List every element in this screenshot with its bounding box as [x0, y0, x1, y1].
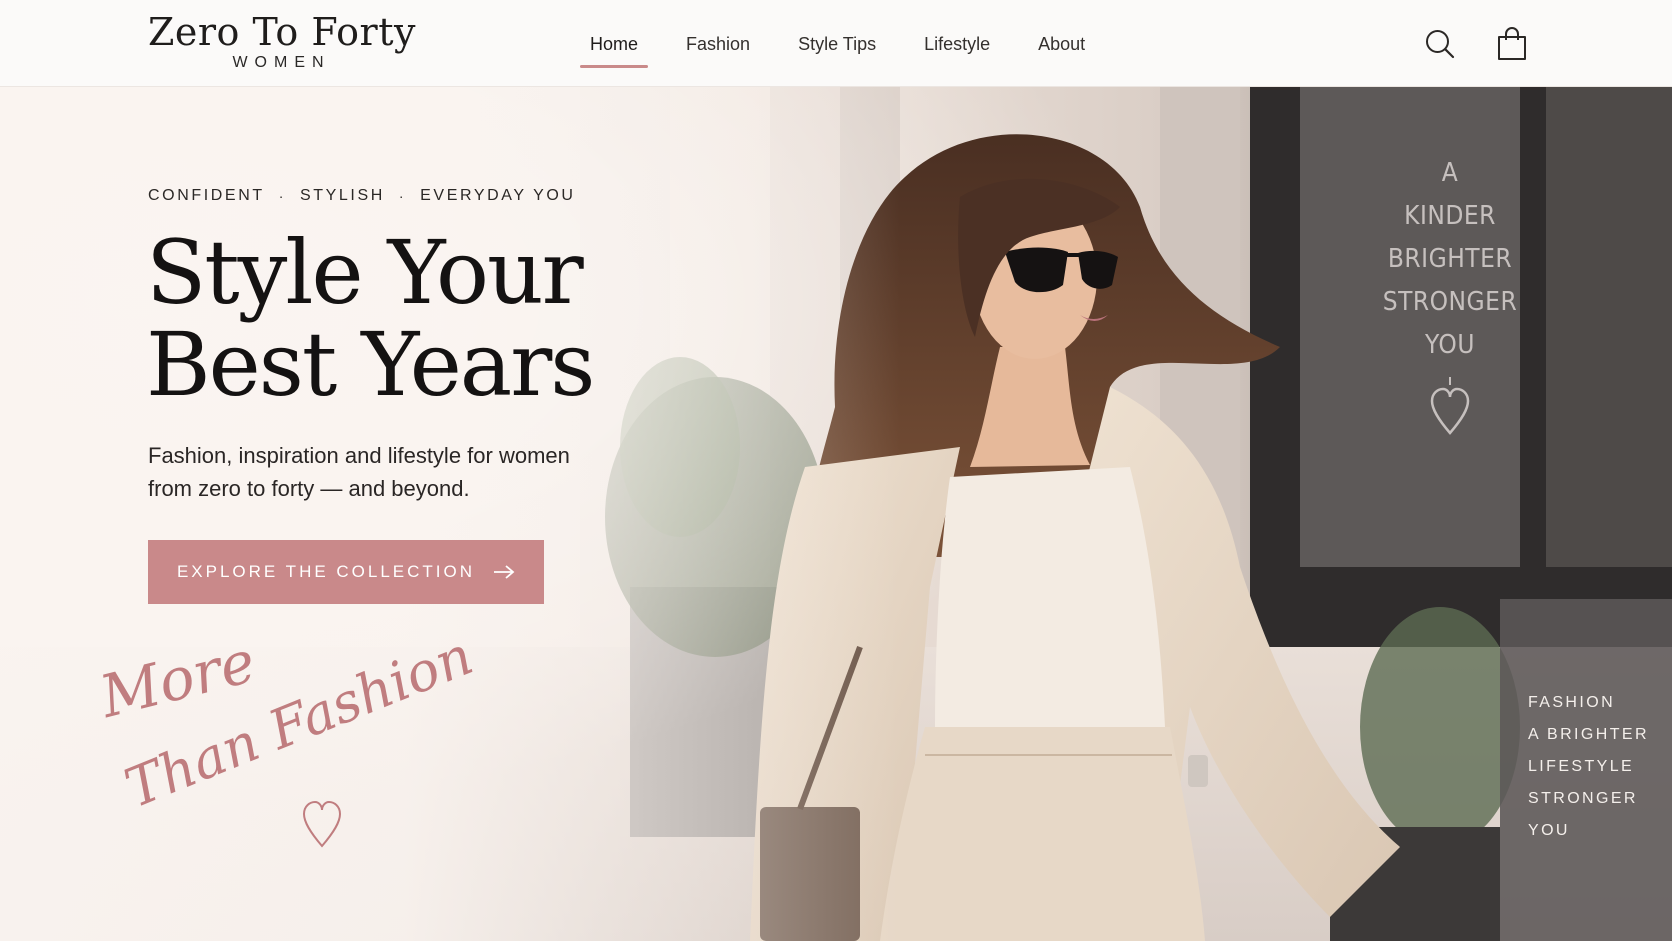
window-text-line: BRIGHTER: [1387, 244, 1513, 274]
search-button[interactable]: [1420, 24, 1460, 64]
nav-item-fashion[interactable]: Fashion: [686, 24, 750, 66]
hero-headline: Style Your Best Years: [146, 221, 595, 416]
main-nav: Home Fashion Style Tips Lifestyle About: [579, 24, 1133, 68]
window-text-line: STRONGER: [1382, 287, 1518, 317]
search-icon: [1426, 30, 1455, 59]
headline-line-1: Style Your: [146, 221, 584, 324]
brand-logo[interactable]: Zero To Forty WOMEN: [148, 10, 416, 72]
site-header: Zero To Forty WOMEN Home Fashion Style T…: [0, 0, 1672, 87]
brand-name: Zero To Forty: [148, 10, 416, 54]
tagline-item: EVERYDAY YOU: [420, 187, 576, 204]
heart-icon: [1430, 377, 1470, 435]
nav-item-home[interactable]: Home: [579, 24, 649, 68]
side-text-line: YOU: [1528, 822, 1570, 839]
shopping-bag-icon: [1498, 27, 1526, 60]
nav-item-lifestyle[interactable]: Lifestyle: [924, 24, 990, 66]
side-text-line: STRONGER: [1528, 790, 1638, 807]
nav-item-style-tips[interactable]: Style Tips: [798, 24, 876, 66]
window-text-line: A: [1441, 158, 1459, 188]
arrow-right-icon: [493, 565, 515, 579]
nav-item-about[interactable]: About: [1038, 24, 1085, 66]
headline-line-2: Best Years: [146, 313, 595, 416]
tagline-separator: ·: [278, 188, 286, 204]
script-tagline: More Than Fashion: [94, 624, 481, 867]
tagline-item: CONFIDENT: [148, 187, 265, 204]
side-text-line: A BRIGHTER: [1528, 726, 1649, 743]
hero-section: A KINDER BRIGHTER STRONGER YOU CONFIDENT…: [0, 87, 1672, 941]
side-text-line: FASHION: [1528, 694, 1616, 711]
storefront-window-text: A KINDER BRIGHTER STRONGER YOU: [1345, 152, 1555, 451]
cta-label: EXPLORE THE COLLECTION: [176, 562, 476, 581]
window-text-line: YOU: [1425, 330, 1475, 360]
explore-collection-button[interactable]: EXPLORE THE COLLECTION: [148, 540, 544, 604]
tagline-item: STYLISH: [300, 187, 385, 204]
brand-subtitle: WOMEN: [232, 54, 331, 71]
cart-button[interactable]: [1492, 24, 1532, 64]
heart-icon: [302, 800, 342, 848]
window-text-line: KINDER: [1404, 201, 1496, 231]
hero-tagline: CONFIDENT · STYLISH · EVERYDAY YOU: [148, 187, 576, 205]
tagline-separator: ·: [398, 188, 407, 204]
side-sign-text: FASHION A BRIGHTER LIFESTYLE STRONGER YO…: [1528, 687, 1649, 847]
hero-subcopy: Fashion, inspiration and lifestyle for w…: [148, 443, 570, 501]
side-text-line: LIFESTYLE: [1528, 758, 1635, 775]
